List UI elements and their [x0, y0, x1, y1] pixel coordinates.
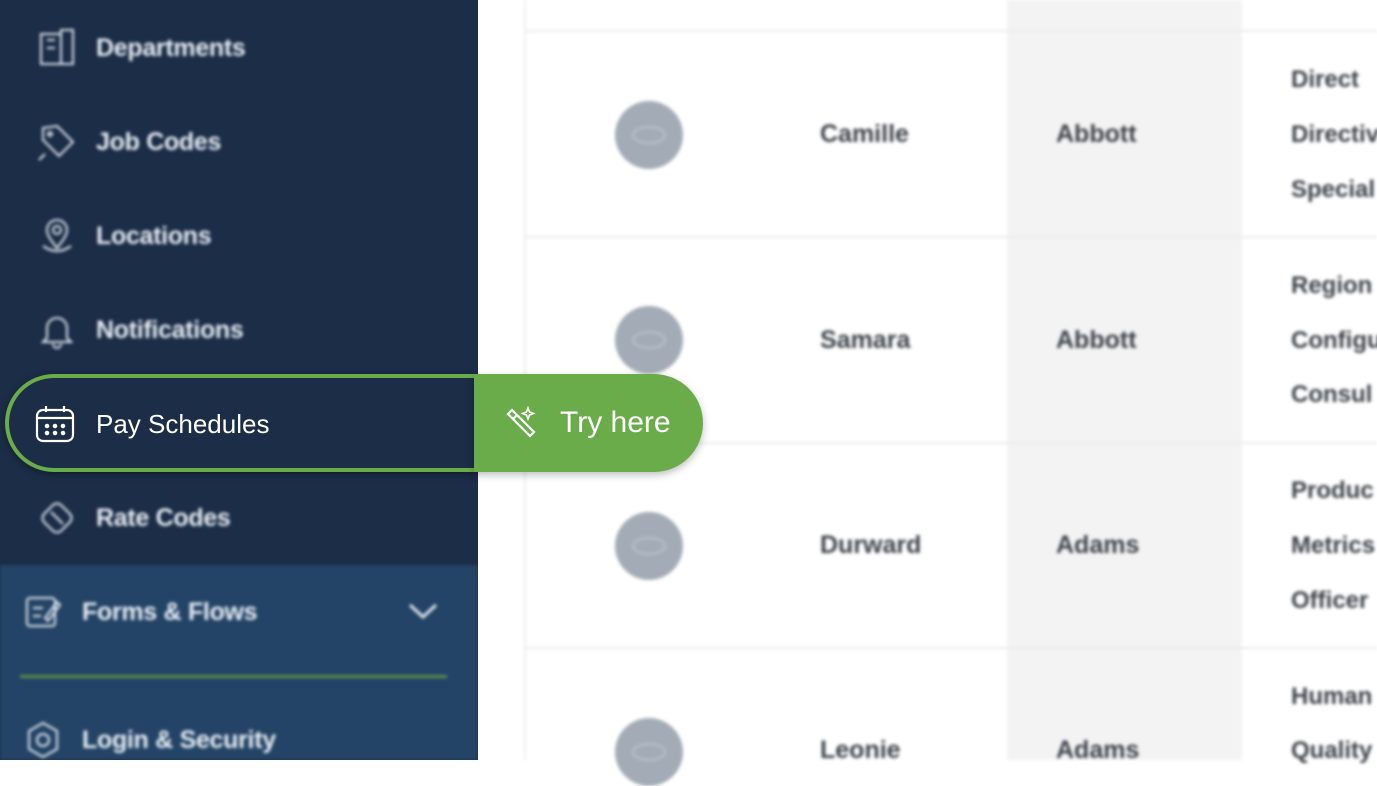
- sidebar-item-label: Pay Schedules: [96, 408, 270, 439]
- row-divider: [526, 30, 1377, 32]
- role-cell: Metrics: [1291, 532, 1376, 559]
- last-name-column-shade: [1007, 0, 1242, 760]
- role-cell: Human: [1291, 683, 1373, 710]
- first-name-cell: Camille: [820, 120, 909, 148]
- avatar: [615, 306, 683, 374]
- try-here-button[interactable]: Try here: [474, 374, 703, 472]
- last-name-cell: Adams: [1056, 736, 1140, 764]
- role-cell: Quality: [1291, 737, 1373, 764]
- calendar-icon: [34, 403, 76, 445]
- role-cell: Special: [1291, 176, 1376, 203]
- role-cell: Direct: [1291, 66, 1360, 93]
- last-name-cell: Abbott: [1056, 120, 1137, 148]
- first-name-cell: Samara: [820, 326, 911, 354]
- role-cell: Consul: [1291, 381, 1373, 408]
- last-name-cell: Abbott: [1056, 326, 1137, 354]
- avatar: [615, 101, 683, 169]
- row-divider: [526, 647, 1377, 649]
- first-name-cell: Durward: [820, 531, 922, 559]
- avatar: [615, 512, 683, 580]
- row-divider: [526, 236, 1377, 238]
- role-cell: Directiv: [1291, 121, 1377, 148]
- first-name-cell: Leonie: [820, 736, 901, 764]
- magic-wand-icon: [504, 406, 538, 440]
- role-cell: Region: [1291, 272, 1373, 299]
- avatar: [615, 718, 683, 786]
- role-cell: Configu: [1291, 327, 1377, 354]
- try-here-label: Try here: [560, 406, 671, 439]
- sidebar-item-pay-schedules[interactable]: Pay Schedules: [34, 402, 269, 446]
- role-cell: Officer: [1291, 587, 1369, 614]
- last-name-cell: Adams: [1056, 531, 1140, 559]
- role-cell: Produc: [1291, 477, 1374, 504]
